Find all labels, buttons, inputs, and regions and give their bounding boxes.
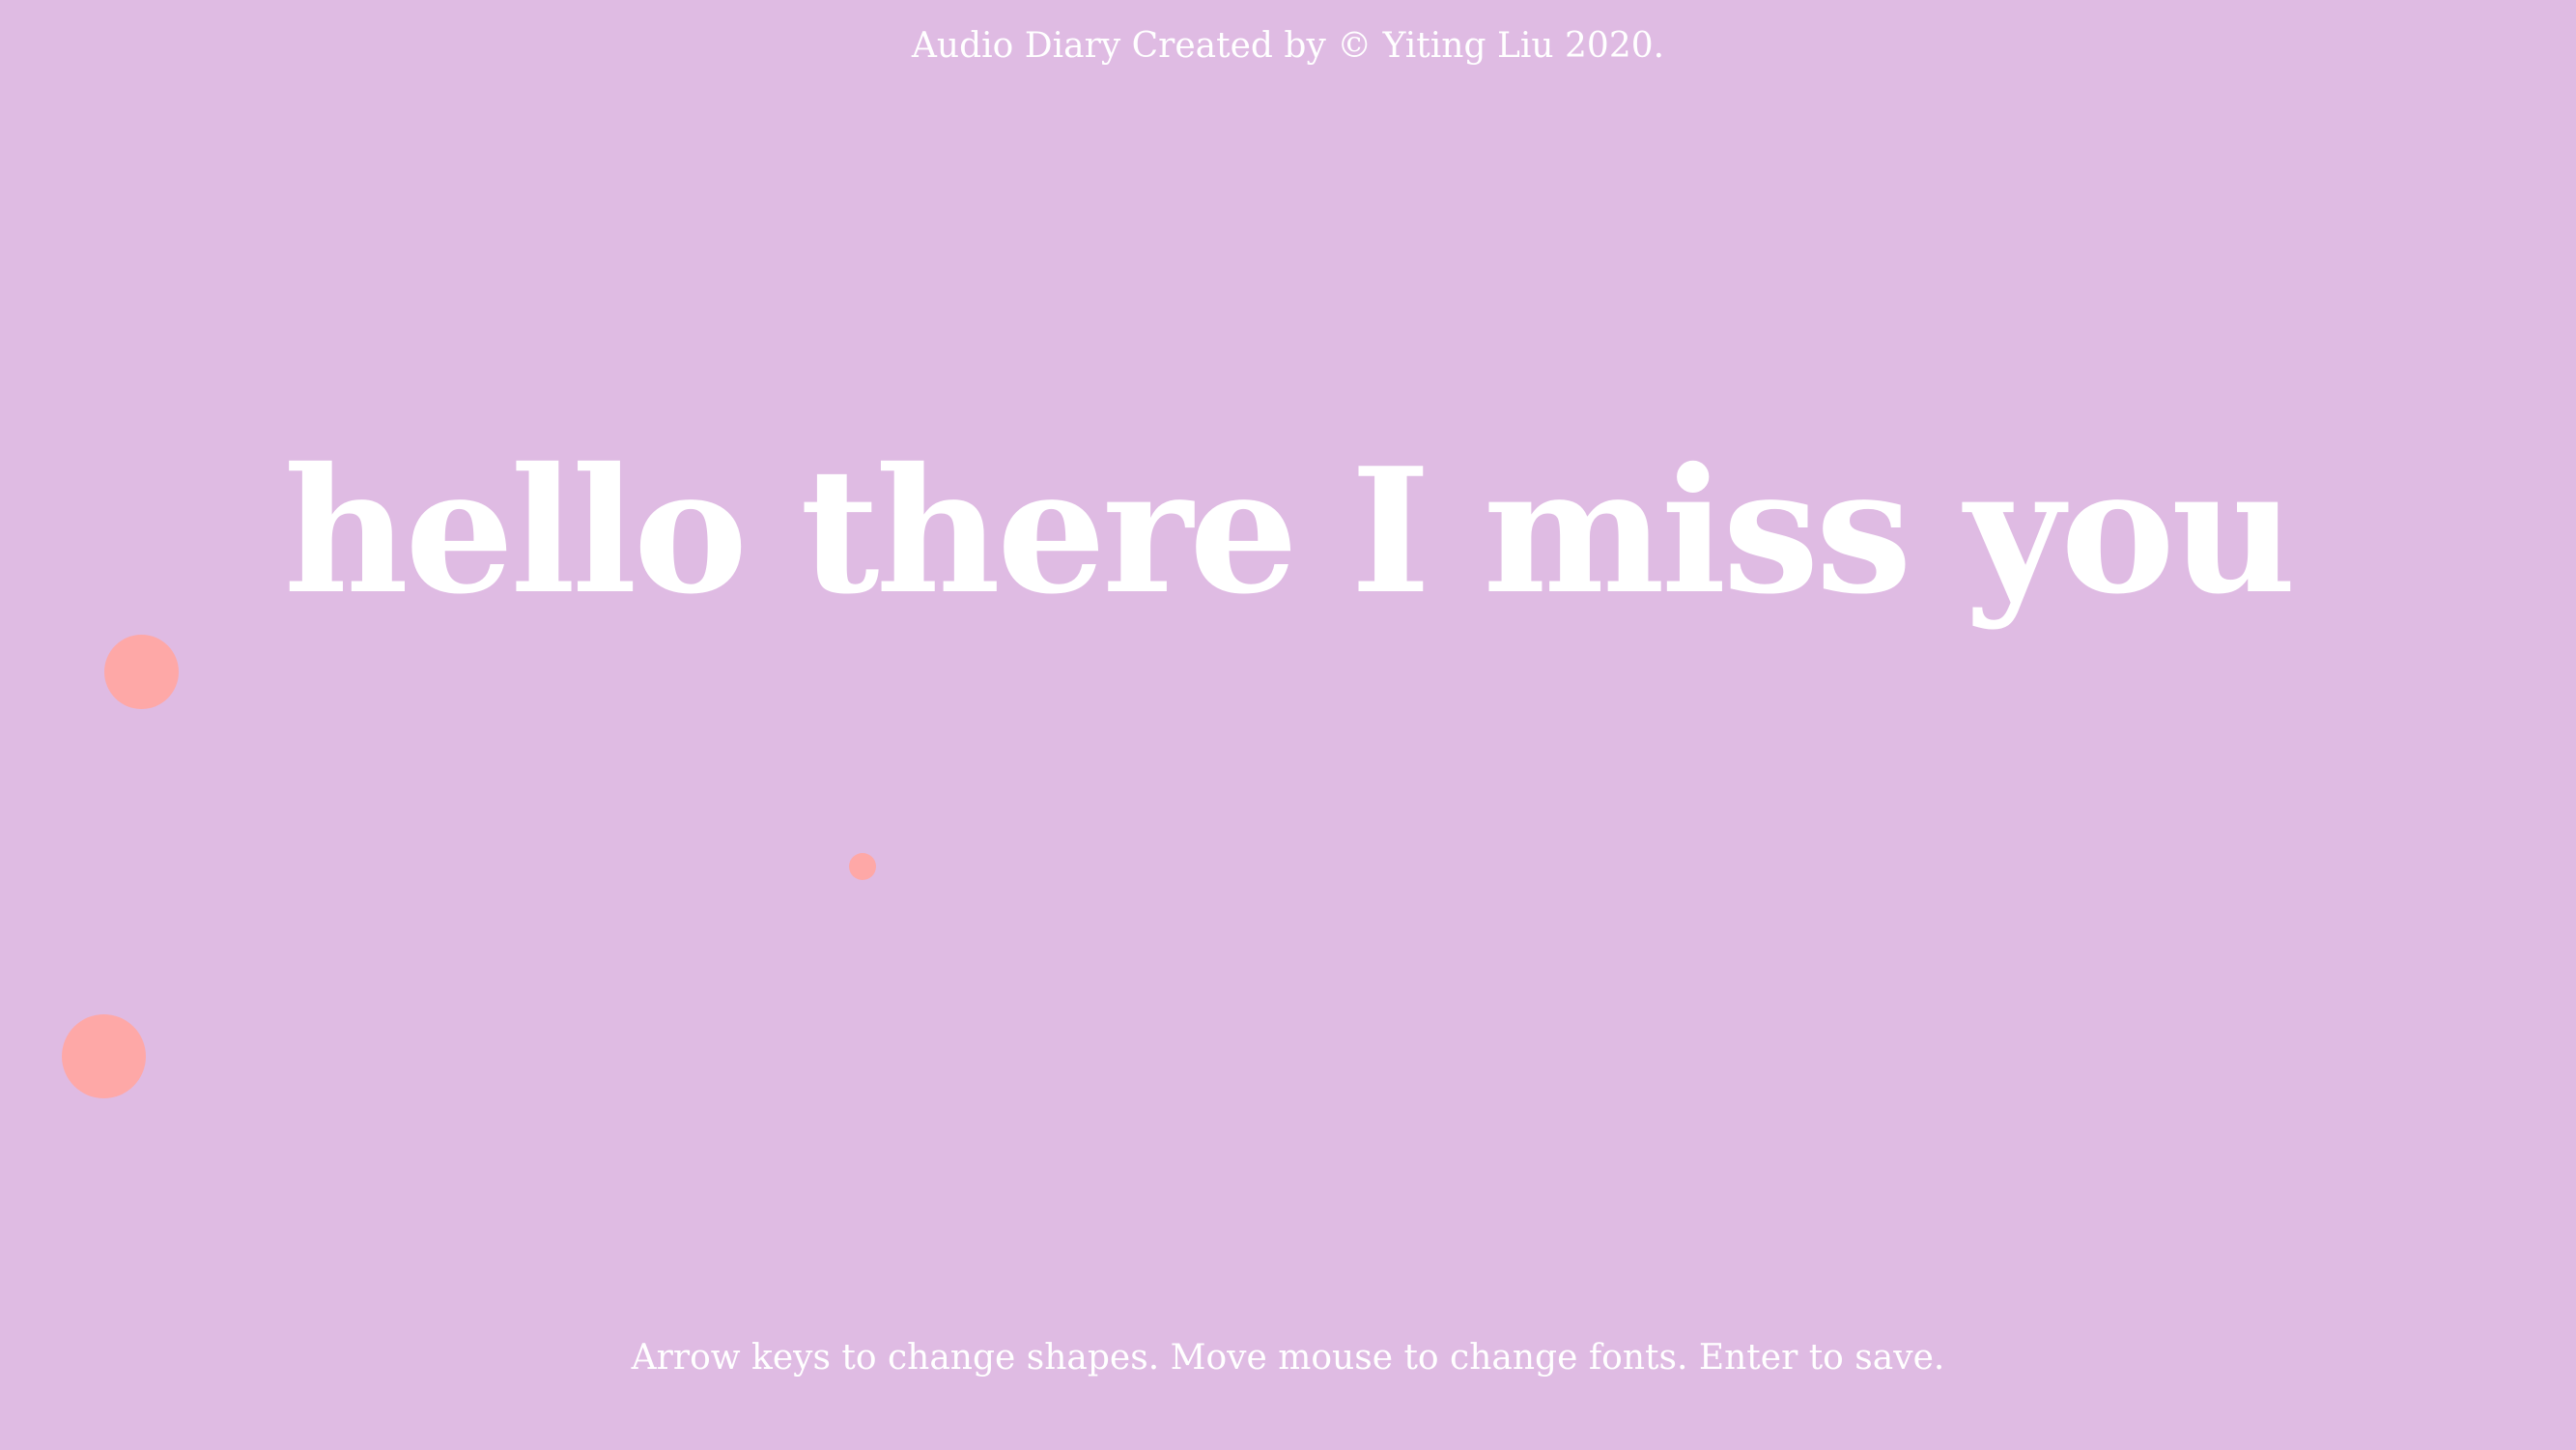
credit-text: Audio Diary Created by © Yiting Liu 2020…: [911, 26, 1665, 66]
audio-diary-canvas[interactable]: { "credit": "Audio Diary Created by © Yi…: [0, 0, 2576, 1450]
instructions-text: Arrow keys to change shapes. Move mouse …: [631, 1338, 1945, 1378]
floating-circle-shape: [849, 853, 876, 880]
floating-circle-shape: [104, 635, 179, 709]
diary-message: hello there I miss you: [283, 430, 2297, 632]
floating-circle-shape: [62, 1014, 146, 1098]
